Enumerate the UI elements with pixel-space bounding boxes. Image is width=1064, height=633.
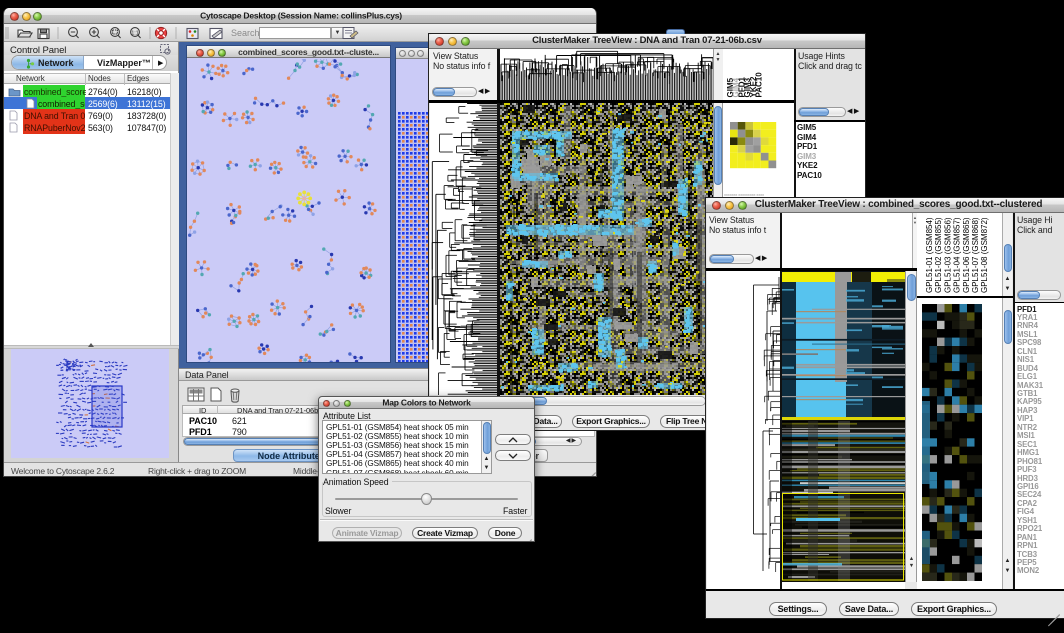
- svg-text:GPL51-02 (GSM855): GPL51-02 (GSM855): [934, 217, 943, 293]
- svg-text:GPL51-08 (GSM872): GPL51-08 (GSM872): [980, 217, 989, 293]
- svg-text:GPL51-04 (GSM857): GPL51-04 (GSM857): [953, 217, 962, 293]
- svg-text:GPL51-01 (GSM854): GPL51-01 (GSM854): [925, 217, 934, 293]
- svg-text:Search:: Search:: [231, 28, 262, 38]
- svg-text:GPL51-06 (GSM865): GPL51-06 (GSM865): [962, 217, 971, 293]
- svg-text:GPL51-07 (GSM868): GPL51-07 (GSM868): [971, 217, 980, 293]
- svg-text:1:1: 1:1: [131, 30, 138, 36]
- svg-text:PAC10: PAC10: [754, 72, 763, 98]
- svg-text:GPL51-03 (GSM856): GPL51-03 (GSM856): [943, 217, 952, 293]
